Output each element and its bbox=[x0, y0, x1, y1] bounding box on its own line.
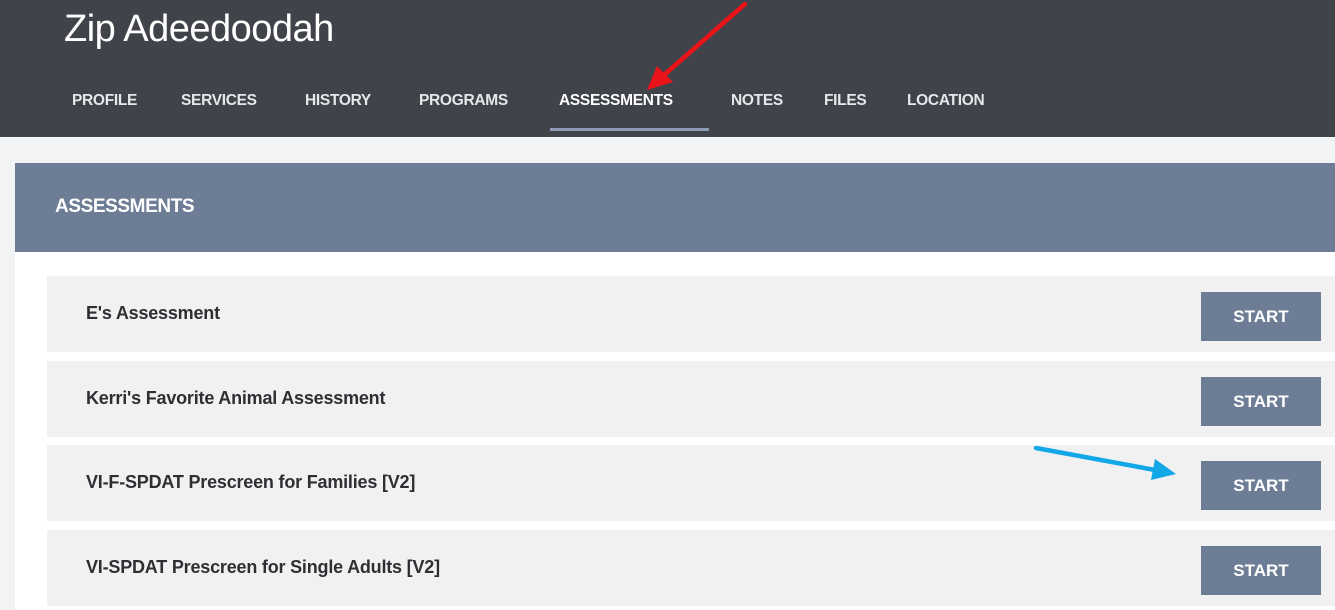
assessment-row: E's Assessment START bbox=[47, 276, 1335, 352]
assessment-name: Kerri's Favorite Animal Assessment bbox=[86, 388, 386, 408]
client-name: Zip Adeedoodah bbox=[64, 8, 334, 50]
tab-programs[interactable]: PROGRAMS bbox=[419, 89, 508, 129]
assessment-name: E's Assessment bbox=[86, 303, 220, 323]
assessment-row: Kerri's Favorite Animal Assessment START bbox=[47, 361, 1335, 437]
tab-files[interactable]: FILES bbox=[824, 89, 867, 129]
start-button[interactable]: START bbox=[1201, 292, 1321, 341]
tab-location[interactable]: LOCATION bbox=[907, 89, 985, 129]
start-button[interactable]: START bbox=[1201, 461, 1321, 510]
assessment-name: VI-F-SPDAT Prescreen for Families [V2] bbox=[86, 472, 416, 492]
tab-assessments[interactable]: ASSESSMENTS bbox=[559, 89, 673, 129]
panel-header: ASSESSMENTS bbox=[15, 163, 1335, 252]
panel-title: ASSESSMENTS bbox=[55, 196, 195, 217]
tab-notes[interactable]: NOTES bbox=[731, 89, 783, 129]
assessment-name: VI-SPDAT Prescreen for Single Adults [V2… bbox=[86, 557, 440, 577]
tab-profile[interactable]: PROFILE bbox=[72, 89, 137, 129]
assessment-row: VI-F-SPDAT Prescreen for Families [V2] S… bbox=[47, 445, 1335, 521]
active-tab-indicator bbox=[550, 128, 709, 131]
tab-services[interactable]: SERVICES bbox=[181, 89, 257, 129]
start-button[interactable]: START bbox=[1201, 377, 1321, 426]
start-button[interactable]: START bbox=[1201, 546, 1321, 595]
assessment-row: VI-SPDAT Prescreen for Single Adults [V2… bbox=[47, 530, 1335, 606]
tab-history[interactable]: HISTORY bbox=[305, 89, 371, 129]
